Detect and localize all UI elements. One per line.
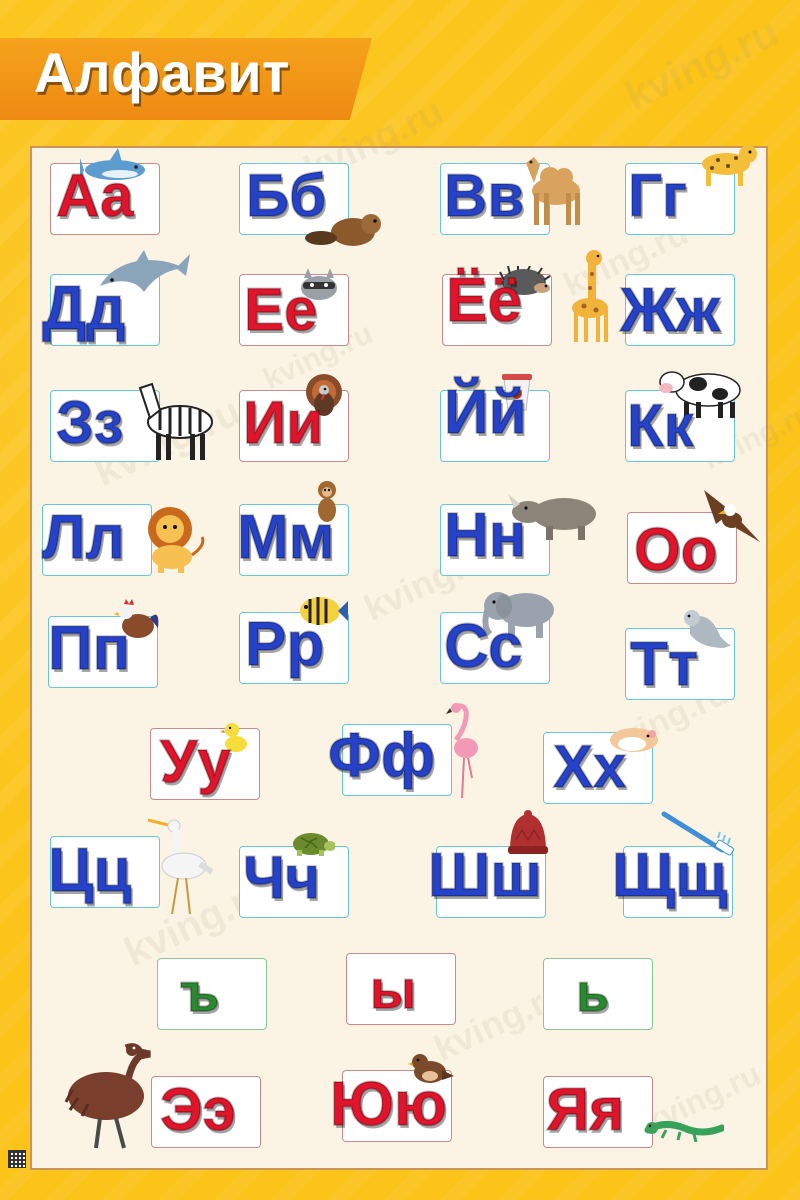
zebra-icon: [130, 380, 222, 466]
monkey-icon: [312, 480, 342, 530]
heron-icon: [138, 814, 214, 920]
letter-card: [543, 1076, 653, 1148]
turkey-icon: [300, 372, 348, 424]
letter-card: [543, 958, 653, 1030]
turtle-icon: [285, 830, 336, 864]
letter-card: [151, 1076, 261, 1148]
eagle-icon: [696, 484, 764, 558]
hamster-icon: [608, 722, 662, 758]
raccoon-icon: [296, 268, 342, 306]
rhinoceros-icon: [508, 488, 604, 544]
letter-card: [42, 504, 152, 576]
dolphin-icon: [96, 248, 190, 308]
letter-card: [625, 274, 735, 346]
letter-card: [346, 953, 456, 1025]
page-title: Алфавит: [34, 41, 290, 104]
toothbrush-icon: [660, 808, 740, 862]
letter-card: [157, 958, 267, 1030]
cheetah-icon: [690, 140, 760, 192]
cow-icon: [656, 362, 748, 424]
bird-icon: [408, 1050, 456, 1094]
letter-card: [342, 724, 452, 796]
lizard-icon: [644, 1116, 726, 1146]
elephant-icon: [480, 586, 560, 644]
yogurt-icon: [500, 372, 534, 416]
lion-icon: [142, 505, 208, 577]
duckling-icon: [220, 720, 250, 758]
camel-icon: [520, 153, 592, 233]
shark-icon: [80, 148, 150, 192]
fish-icon: [296, 593, 348, 633]
flamingo-icon: [446, 702, 482, 804]
hat-icon: [506, 810, 548, 860]
emu-icon: [62, 1040, 160, 1156]
seal-icon: [680, 604, 736, 654]
hedgehog-icon: [498, 265, 552, 300]
qr-code-icon: [8, 1150, 26, 1168]
rooster-icon: [112, 598, 160, 648]
giraffe-icon: [566, 250, 618, 348]
beaver-icon: [305, 210, 381, 254]
